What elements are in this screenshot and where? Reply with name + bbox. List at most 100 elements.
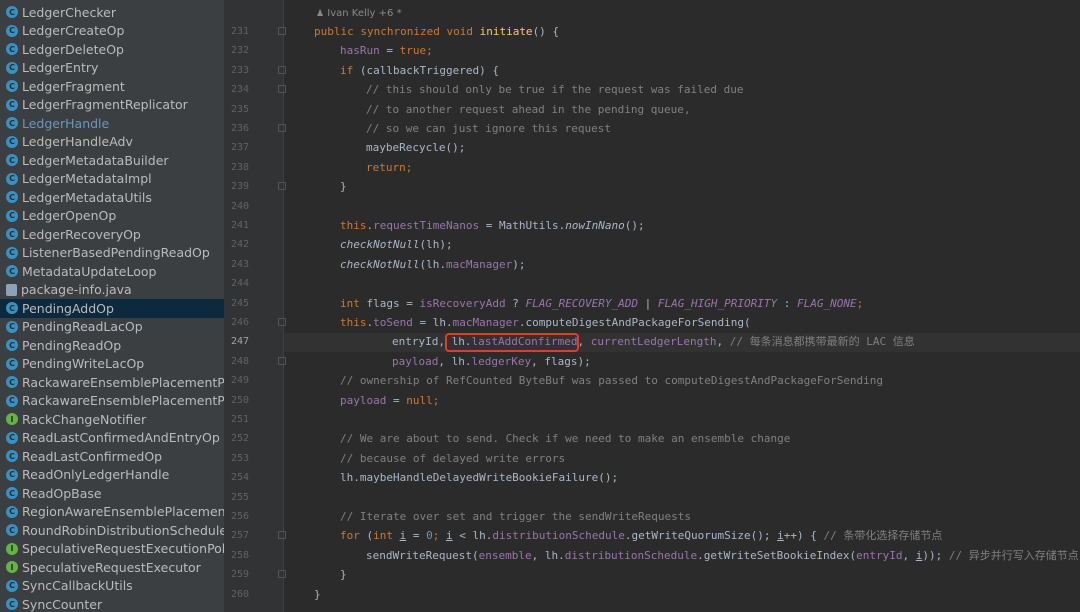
project-tree-item[interactable]: C LedgerHandleAdv [0,133,224,152]
code-line-248[interactable]: payload, lh.ledgerKey, flags); [392,352,1080,371]
code-line-258[interactable]: sendWriteRequest(ensemble, lh.distributi… [366,546,1080,565]
code-line-238[interactable]: return; [366,158,1080,177]
project-tree-item[interactable]: C RackawareEnsemblePlacementPolicyImpl [0,392,224,411]
class-icon: C [6,357,18,370]
project-tree-item[interactable]: C ListenerBasedPendingReadOp [0,244,224,263]
code-line-232[interactable]: hasRun = true; [340,41,1080,60]
project-tree-item[interactable]: C PendingWriteLacOp [0,355,224,374]
code-token: ++) { [783,529,824,543]
fold-marker[interactable] [278,85,286,93]
code-token: requestTimeNanos [373,219,480,232]
code-line-252[interactable]: // We are about to send. Check if we nee… [340,429,1080,448]
code-line-241[interactable]: this.requestTimeNanos = MathUtils.nowInN… [340,216,1080,235]
code-token: , [716,335,730,349]
project-tree-item[interactable]: C LedgerEntry [0,59,224,78]
code-token: .getWriteSetBookieIndex( [697,548,857,562]
code-line-246[interactable]: this.toSend = lh.macManager.computeDiges… [340,313,1080,332]
project-tree-item[interactable]: I SpeculativeRequestExecutionPolicy [0,540,224,559]
code-line-253[interactable]: // because of delayed write errors [340,449,1080,468]
code-line-242[interactable]: checkNotNull(lh); [340,235,1080,254]
class-icon: C [6,209,18,222]
code-token: i [777,529,784,543]
fold-marker[interactable] [278,531,286,539]
project-tree-item[interactable]: C LedgerMetadataUtils [0,188,224,207]
project-tree-item[interactable]: C SyncCounter [0,595,224,612]
project-tree-item[interactable]: C SyncCallbackUtils [0,577,224,596]
code-token: initiate [479,25,533,38]
code-line-237[interactable]: maybeRecycle(); [366,138,1080,157]
project-tree-item[interactable]: C LedgerHandle [0,114,224,133]
project-tree-item[interactable]: C RackawareEnsemblePlacementPolicy [0,373,224,392]
project-tree-item[interactable]: C LedgerChecker [0,3,224,22]
project-tree-item[interactable]: C ReadOnlyLedgerHandle [0,466,224,485]
class-icon: C [6,320,18,333]
code-token: ensemble [478,548,532,562]
project-tree-item[interactable]: C LedgerDeleteOp [0,40,224,59]
fold-marker[interactable] [278,66,286,74]
code-token: FLAG_HIGH_PRIORITY [657,296,778,310]
fold-marker[interactable] [278,27,286,35]
code-token: int [373,529,400,543]
code-line-254[interactable]: lh.maybeHandleDelayedWriteBookieFailure(… [340,468,1080,487]
project-tree-item[interactable]: C PendingReadOp [0,336,224,355]
project-tree-item-label: RackawareEnsemblePlacementPolicy [22,374,224,390]
project-tree-item[interactable]: C ReadLastConfirmedAndEntryOp [0,429,224,448]
project-tree-item[interactable]: C LedgerCreateOp [0,22,224,41]
project-tree-item[interactable]: C RoundRobinDistributionSchedule [0,521,224,540]
code-line-234[interactable]: // this should only be true if the reque… [366,80,1080,99]
project-tree-item[interactable]: I RackChangeNotifier [0,410,224,429]
line-number: 239 [230,181,249,193]
fold-marker[interactable] [278,124,286,132]
fold-marker[interactable] [278,318,286,326]
project-tree-item-label: SyncCounter [22,596,103,612]
project-tree-item[interactable]: C LedgerFragment [0,77,224,96]
project-tree-item[interactable]: package-info.java [0,281,224,300]
class-icon: C [6,135,18,148]
code-token: , lh. [531,548,565,562]
project-tree-item-label: LedgerOpenOp [22,208,117,224]
code-line-236[interactable]: // so we can just ignore this request [366,119,1080,138]
project-tree-item[interactable]: C ReadOpBase [0,484,224,503]
line-number: 252 [230,433,249,445]
code-line-233[interactable]: if (callbackTriggered) { [340,61,1080,80]
project-tree-item[interactable]: C LedgerOpenOp [0,207,224,226]
fold-marker[interactable] [278,570,286,578]
project-tree-item[interactable]: C PendingAddOp [0,299,224,318]
project-tree-item-label: ReadOpBase [22,485,102,501]
project-tree-item[interactable]: C ReadLastConfirmedOp [0,447,224,466]
code-line-260[interactable]: } [314,585,1080,604]
annotation-highlight-box [445,333,579,352]
fold-marker[interactable] [278,182,286,190]
code-line-243[interactable]: checkNotNull(lh.macManager); [340,255,1080,274]
code-token: } [314,587,321,601]
code-line-250[interactable]: payload = null; [340,391,1080,410]
project-tree-item[interactable]: C PendingReadLacOp [0,318,224,337]
project-tree-item[interactable]: I SpeculativeRequestExecutor [0,558,224,577]
line-number: 248 [230,355,249,367]
code-line-231[interactable]: public synchronized void initiate() { [314,22,1080,41]
code-token: .getWriteQuorumSize(); [624,529,778,543]
code-token: | [638,296,658,310]
fold-marker[interactable] [278,357,286,365]
project-tree-item-label: ListenerBasedPendingReadOp [22,245,210,261]
code-line-259[interactable]: } [340,565,1080,584]
project-tree-item[interactable]: C RegionAwareEnsemblePlacementPolicy [0,503,224,522]
code-line-256[interactable]: // Iterate over set and trigger the send… [340,507,1080,526]
project-tree-item[interactable]: C LedgerMetadataBuilder [0,151,224,170]
project-tree-item[interactable]: C MetadataUpdateLoop [0,262,224,281]
code-comment: // because of delayed write errors [340,451,566,465]
code-line-235[interactable]: // to another request ahead in the pendi… [366,100,1080,119]
code-token: ; [432,393,440,407]
project-tree-item[interactable]: C LedgerMetadataImpl [0,170,224,189]
class-icon: C [6,339,18,352]
line-number: 260 [230,588,249,600]
code-line-257[interactable]: for (int i = 0; i < lh.distributionSched… [340,526,1080,545]
code-line-245[interactable]: int flags = isRecoveryAdd ? FLAG_RECOVER… [340,294,1080,313]
class-icon: C [6,302,18,315]
code-token: isRecoveryAdd [419,296,506,310]
code-line-239[interactable]: } [340,177,1080,196]
code-line-249[interactable]: // ownership of RefCounted ByteBuf was p… [340,371,1080,390]
line-number: 243 [230,258,249,270]
project-tree-item[interactable]: C LedgerRecoveryOp [0,225,224,244]
project-tree-item[interactable]: C LedgerFragmentReplicator [0,96,224,115]
